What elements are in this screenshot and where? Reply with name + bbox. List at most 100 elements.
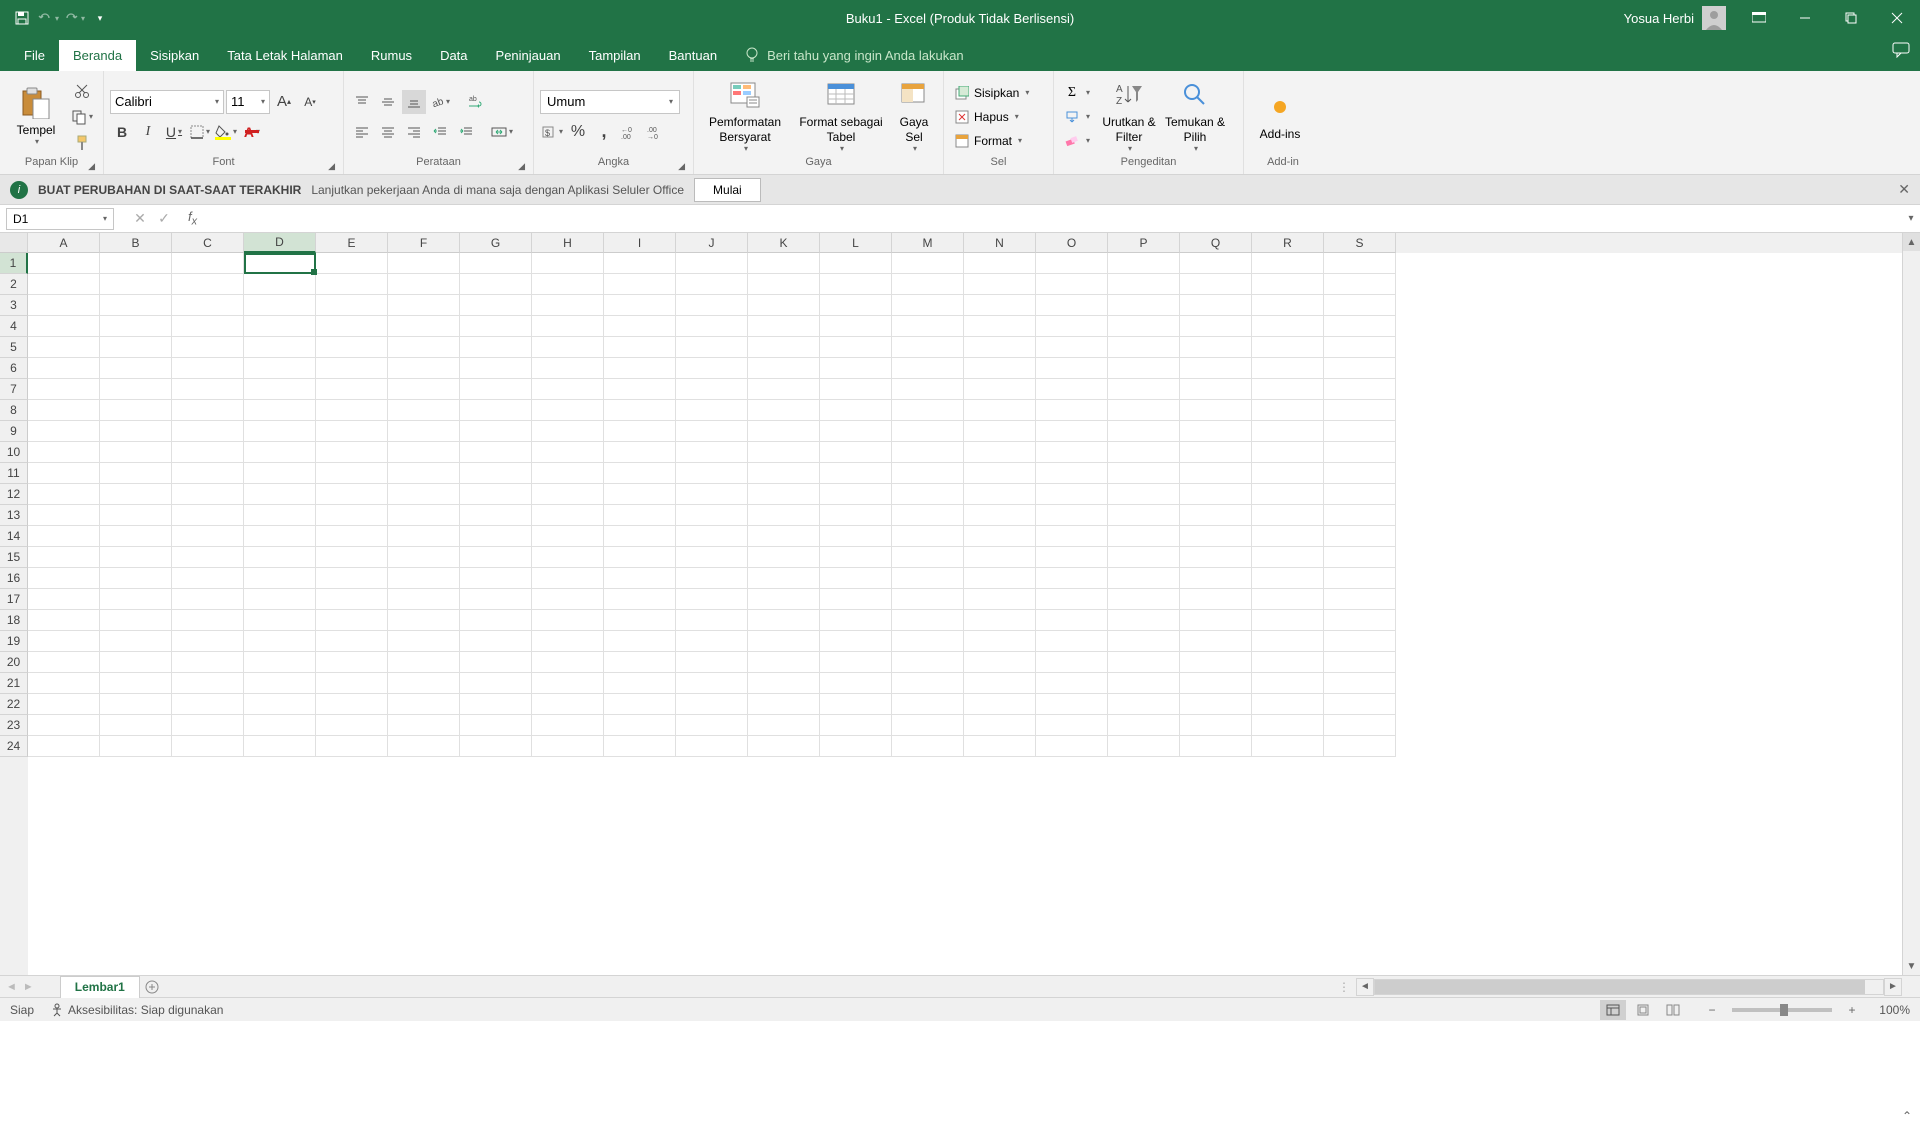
cell[interactable] bbox=[532, 589, 604, 610]
delete-cells-button[interactable]: Hapus▾ bbox=[950, 105, 1033, 129]
merge-center-icon[interactable]: ▾ bbox=[490, 120, 514, 144]
cell[interactable] bbox=[28, 568, 100, 589]
cell[interactable] bbox=[172, 442, 244, 463]
cell[interactable] bbox=[892, 358, 964, 379]
cell[interactable] bbox=[460, 316, 532, 337]
cell[interactable] bbox=[676, 463, 748, 484]
cell[interactable] bbox=[820, 484, 892, 505]
align-left-icon[interactable] bbox=[350, 120, 374, 144]
cell[interactable] bbox=[676, 526, 748, 547]
cell[interactable] bbox=[100, 442, 172, 463]
cell[interactable] bbox=[460, 631, 532, 652]
cell[interactable] bbox=[460, 295, 532, 316]
cell[interactable] bbox=[532, 295, 604, 316]
number-format-combo[interactable]: Umum▾ bbox=[540, 90, 680, 114]
cell[interactable] bbox=[1108, 463, 1180, 484]
maximize-button[interactable] bbox=[1828, 0, 1874, 36]
cell[interactable] bbox=[892, 547, 964, 568]
cell[interactable] bbox=[892, 295, 964, 316]
cell[interactable] bbox=[460, 505, 532, 526]
cell[interactable] bbox=[532, 547, 604, 568]
cell[interactable] bbox=[1324, 568, 1396, 589]
cell[interactable] bbox=[892, 400, 964, 421]
cancel-formula-icon[interactable]: ✕ bbox=[128, 210, 152, 227]
cell[interactable] bbox=[676, 442, 748, 463]
cell[interactable] bbox=[676, 673, 748, 694]
cell[interactable] bbox=[1252, 484, 1324, 505]
cell[interactable] bbox=[964, 463, 1036, 484]
cell[interactable] bbox=[28, 442, 100, 463]
qat-customize-icon[interactable]: ▾ bbox=[88, 6, 112, 30]
decrease-indent-icon[interactable] bbox=[428, 120, 452, 144]
increase-indent-icon[interactable] bbox=[454, 120, 478, 144]
cell[interactable] bbox=[244, 547, 316, 568]
row-header[interactable]: 5 bbox=[0, 337, 28, 358]
cell[interactable] bbox=[964, 316, 1036, 337]
cell[interactable] bbox=[532, 316, 604, 337]
row-header[interactable]: 3 bbox=[0, 295, 28, 316]
font-size-combo[interactable]: 11▾ bbox=[226, 90, 270, 114]
cell[interactable] bbox=[1252, 274, 1324, 295]
cell[interactable] bbox=[1108, 274, 1180, 295]
cell[interactable] bbox=[1252, 631, 1324, 652]
cell[interactable] bbox=[820, 631, 892, 652]
cell[interactable] bbox=[604, 316, 676, 337]
cell[interactable] bbox=[388, 463, 460, 484]
cell[interactable] bbox=[1108, 379, 1180, 400]
cell[interactable] bbox=[532, 736, 604, 757]
row-header[interactable]: 10 bbox=[0, 442, 28, 463]
cell[interactable] bbox=[1108, 316, 1180, 337]
cell[interactable] bbox=[1036, 400, 1108, 421]
cell[interactable] bbox=[604, 715, 676, 736]
cell[interactable] bbox=[1324, 337, 1396, 358]
cell[interactable] bbox=[676, 253, 748, 274]
cell[interactable] bbox=[388, 400, 460, 421]
cell[interactable] bbox=[1036, 631, 1108, 652]
cell[interactable] bbox=[172, 652, 244, 673]
row-header[interactable]: 13 bbox=[0, 505, 28, 526]
cell[interactable] bbox=[388, 358, 460, 379]
cell[interactable] bbox=[892, 442, 964, 463]
conditional-formatting-button[interactable]: Pemformatan Bersyarat▾ bbox=[700, 79, 790, 153]
cell[interactable] bbox=[460, 589, 532, 610]
name-box[interactable]: D1▾ bbox=[6, 208, 114, 230]
cell[interactable] bbox=[460, 463, 532, 484]
bold-button[interactable]: B bbox=[110, 120, 134, 144]
row-header[interactable]: 20 bbox=[0, 652, 28, 673]
cell[interactable] bbox=[892, 526, 964, 547]
cell[interactable] bbox=[1036, 715, 1108, 736]
cell[interactable] bbox=[460, 715, 532, 736]
cell[interactable] bbox=[1108, 736, 1180, 757]
zoom-out-icon[interactable]: − bbox=[1704, 1003, 1720, 1017]
cell[interactable] bbox=[532, 421, 604, 442]
row-header[interactable]: 6 bbox=[0, 358, 28, 379]
cell[interactable] bbox=[964, 337, 1036, 358]
cell[interactable] bbox=[316, 337, 388, 358]
page-break-view-icon[interactable] bbox=[1660, 1000, 1686, 1020]
cell[interactable] bbox=[460, 442, 532, 463]
cell[interactable] bbox=[748, 379, 820, 400]
cell[interactable] bbox=[460, 526, 532, 547]
cell[interactable] bbox=[676, 652, 748, 673]
cell[interactable] bbox=[1108, 694, 1180, 715]
cell[interactable] bbox=[28, 505, 100, 526]
cell[interactable] bbox=[100, 631, 172, 652]
cell[interactable] bbox=[244, 568, 316, 589]
cell[interactable] bbox=[1108, 295, 1180, 316]
cell[interactable] bbox=[388, 547, 460, 568]
cell[interactable] bbox=[748, 400, 820, 421]
cell[interactable] bbox=[892, 736, 964, 757]
cell[interactable] bbox=[172, 358, 244, 379]
column-header[interactable]: L bbox=[820, 233, 892, 253]
cell[interactable] bbox=[244, 694, 316, 715]
ribbon-display-options-icon[interactable] bbox=[1736, 0, 1782, 36]
cell[interactable] bbox=[460, 694, 532, 715]
cell[interactable] bbox=[892, 505, 964, 526]
cell[interactable] bbox=[1036, 589, 1108, 610]
cell[interactable] bbox=[748, 463, 820, 484]
align-middle-icon[interactable] bbox=[376, 90, 400, 114]
cell[interactable] bbox=[316, 631, 388, 652]
cell[interactable] bbox=[1252, 526, 1324, 547]
cell[interactable] bbox=[316, 610, 388, 631]
cell[interactable] bbox=[1180, 736, 1252, 757]
